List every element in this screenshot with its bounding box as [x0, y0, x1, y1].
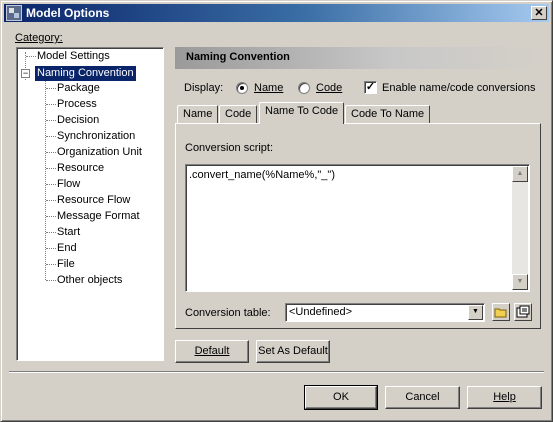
folder-icon	[494, 308, 507, 318]
cancel-button[interactable]: Cancel	[385, 386, 460, 409]
tree-item-package[interactable]: Package	[55, 81, 102, 96]
radio-code-label-text: Code	[316, 82, 343, 94]
help-button-label: Help	[493, 391, 516, 403]
tree-item-other-objects[interactable]: Other objects	[55, 273, 124, 288]
tab-code-to-name[interactable]: Code To Name	[345, 105, 431, 124]
tree-item-decision[interactable]: Decision	[55, 113, 101, 128]
enable-conversions-checkbox[interactable]: ✓	[364, 81, 377, 94]
vertical-scrollbar[interactable]: ▲ ▼	[512, 166, 528, 290]
close-button[interactable]: ✕	[531, 6, 547, 20]
conversion-table-select[interactable]: <Undefined> ▼	[285, 303, 485, 322]
tree-item-start[interactable]: Start	[55, 225, 82, 240]
display-label: Display:	[184, 82, 224, 94]
tree-item-resource-flow[interactable]: Resource Flow	[55, 193, 132, 208]
category-tree[interactable]: Model Settings − Naming Convention Packa…	[16, 47, 164, 361]
radio-name-label-text: Name	[254, 82, 284, 94]
tree-item-synchronization[interactable]: Synchronization	[55, 129, 137, 144]
properties-icon	[516, 305, 530, 318]
conversion-script-label: Conversion script:	[185, 142, 273, 154]
folder-button[interactable]	[492, 303, 510, 321]
tree-item-model-settings[interactable]: Model Settings	[35, 49, 112, 64]
conversion-script-label-text: Conversion script:	[185, 142, 274, 154]
ok-button[interactable]: OK	[304, 385, 378, 410]
collapse-icon[interactable]: −	[21, 69, 30, 78]
scroll-down-icon[interactable]: ▼	[512, 274, 528, 290]
enable-conversions-label: Enable name/code conversions	[382, 82, 536, 94]
title-bar[interactable]: Model Options ✕	[4, 4, 549, 22]
section-header: Naming Convention	[175, 47, 541, 69]
conversion-script-textarea[interactable]: .convert_name(%Name%,"_") ▲ ▼	[185, 164, 530, 292]
radio-code[interactable]	[298, 82, 310, 94]
radio-name[interactable]	[236, 82, 248, 94]
radio-code-label: Code	[316, 82, 342, 94]
default-button[interactable]: Default	[175, 340, 249, 363]
app-icon	[6, 5, 22, 21]
tree-item-message-format[interactable]: Message Format	[55, 209, 142, 224]
window-title: Model Options	[26, 6, 110, 20]
section-header-title: Naming Convention	[186, 51, 290, 63]
scroll-up-icon[interactable]: ▲	[512, 166, 528, 182]
conversion-script-value[interactable]: .convert_name(%Name%,"_")	[189, 169, 335, 181]
conversion-table-label: Conversion table:	[185, 307, 271, 319]
properties-button[interactable]	[514, 303, 532, 321]
chevron-down-icon[interactable]: ▼	[468, 305, 483, 320]
divider	[9, 371, 544, 373]
set-as-default-button[interactable]: Set As Default	[256, 340, 330, 363]
tree-line	[45, 80, 46, 280]
tree-item-organization-unit[interactable]: Organization Unit	[55, 145, 144, 160]
tree-item-file[interactable]: File	[55, 257, 77, 272]
tab-name[interactable]: Name	[177, 105, 219, 124]
model-options-dialog: Model Options ✕ Category: Model Settings…	[0, 0, 553, 422]
tree-item-flow[interactable]: Flow	[55, 177, 82, 192]
help-button[interactable]: Help	[467, 386, 542, 409]
tree-item-end[interactable]: End	[55, 241, 79, 256]
tree-item-resource[interactable]: Resource	[55, 161, 106, 176]
tab-name-to-code[interactable]: Name To Code	[259, 102, 345, 124]
tab-code[interactable]: Code	[219, 105, 258, 124]
tree-item-naming-convention[interactable]: Naming Convention	[35, 66, 136, 81]
default-button-label: Default	[194, 345, 230, 357]
tree-item-process[interactable]: Process	[55, 97, 99, 112]
radio-name-label: Name	[254, 82, 283, 94]
conversion-table-value: <Undefined>	[289, 306, 352, 318]
category-label-text: Category:	[15, 32, 63, 44]
category-label: Category:	[15, 32, 63, 44]
